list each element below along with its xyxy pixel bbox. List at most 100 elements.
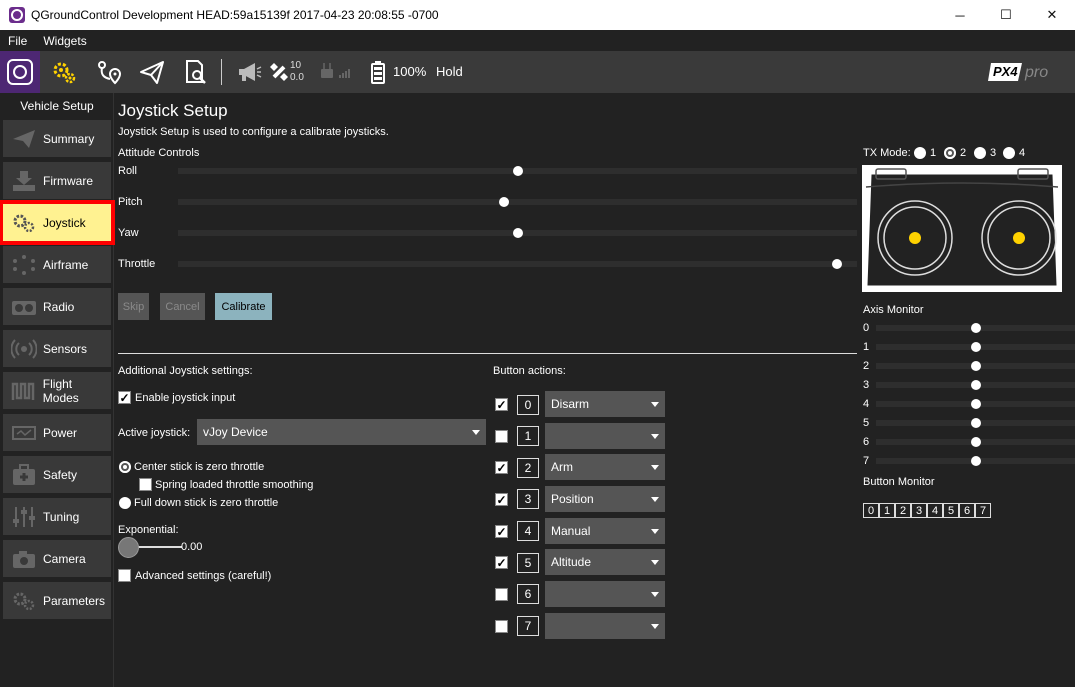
plan-view-button[interactable] [88, 51, 130, 93]
button-1-action-select[interactable] [545, 423, 665, 449]
plane-icon [9, 127, 39, 151]
menu-file[interactable]: File [0, 34, 35, 48]
attitude-controls-title: Attitude Controls [118, 147, 200, 159]
tx-mode-label: TX Mode: [863, 147, 911, 159]
sidebar-item-power[interactable]: Power [3, 414, 111, 451]
button-2-enabled-checkbox[interactable]: ✓ [495, 461, 508, 474]
button-2-action-select[interactable]: Arm [545, 454, 665, 480]
button-4-enabled-checkbox[interactable]: ✓ [495, 525, 508, 538]
button-7-enabled-checkbox[interactable] [495, 620, 508, 633]
full-down-radio[interactable] [119, 497, 131, 509]
pitch-label: Pitch [118, 196, 143, 208]
additional-settings-title: Additional Joystick settings: [118, 365, 253, 377]
button-6-enabled-checkbox[interactable] [495, 588, 508, 601]
axis-4-indicator [970, 399, 981, 409]
sidebar-item-flight-modes[interactable]: Flight Modes [3, 372, 111, 409]
camera-icon [9, 547, 39, 571]
button-0-action: Disarm [551, 397, 589, 411]
enable-joystick-label: Enable joystick input [135, 392, 236, 404]
exponential-value: 0.00 [181, 541, 203, 553]
sidebar-item-label: Parameters [43, 593, 106, 608]
button-monitor: 0 1 2 3 4 5 6 7 [863, 503, 991, 518]
close-button[interactable]: ✕ [1029, 0, 1075, 30]
vehicle-setup-button[interactable] [43, 51, 85, 93]
button-0-enabled-checkbox[interactable]: ✓ [495, 398, 508, 411]
spring-throttle-checkbox[interactable] [139, 478, 152, 491]
axis-7-label: 7 [863, 455, 870, 467]
active-joystick-select[interactable]: vJoy Device [197, 419, 486, 445]
button-6-action-select[interactable] [545, 581, 665, 607]
axis-0-label: 0 [863, 322, 870, 334]
button-4-number: 4 [517, 521, 539, 541]
qgc-logo-button[interactable] [0, 51, 40, 93]
sidebar-item-airframe[interactable]: Airframe [3, 246, 111, 283]
minimize-button[interactable]: ─ [937, 0, 983, 30]
chevron-down-icon [472, 430, 480, 435]
sidebar-item-parameters[interactable]: Parameters [3, 582, 111, 619]
axis-6-indicator [970, 437, 981, 447]
maximize-button[interactable]: ☐ [983, 0, 1029, 30]
advanced-settings-checkbox[interactable] [118, 569, 131, 582]
sidebar-item-label: Safety [43, 467, 78, 482]
menu-widgets[interactable]: Widgets [35, 34, 94, 48]
button-0-action-select[interactable]: Disarm [545, 391, 665, 417]
tx-mode-4-radio[interactable] [1003, 147, 1015, 159]
axis-0-indicator [970, 323, 981, 333]
skip-button[interactable]: Skip [118, 293, 149, 320]
sidebar-item-safety[interactable]: Safety [3, 456, 111, 493]
tx-mode-1-radio[interactable] [914, 147, 926, 159]
calibrate-button[interactable]: Calibrate [215, 293, 272, 320]
chevron-down-icon [651, 624, 659, 629]
px4-pro-logo: PX4 pro [988, 61, 1068, 83]
center-stick-radio[interactable] [119, 461, 131, 473]
button-monitor-cell: 1 [879, 503, 895, 518]
tx-mode-3-radio[interactable] [974, 147, 986, 159]
button-monitor-cell: 4 [927, 503, 943, 518]
sidebar-item-label: Power [43, 425, 78, 440]
flight-mode-selector[interactable]: Hold [436, 64, 463, 79]
sidebar-item-camera[interactable]: Camera [3, 540, 111, 577]
cancel-button[interactable]: Cancel [160, 293, 205, 320]
fly-view-button[interactable] [131, 51, 173, 93]
sidebar-item-label: Radio [43, 299, 75, 314]
tx-mode-4-label: 4 [1019, 147, 1026, 159]
advanced-settings-label: Advanced settings (careful!) [135, 570, 272, 582]
sidebar-item-joystick[interactable]: Joystick [0, 200, 115, 245]
button-5-action: Altitude [551, 555, 592, 569]
exponential-slider-handle[interactable] [118, 537, 139, 558]
sidebar-item-tuning[interactable]: Tuning [3, 498, 111, 535]
sidebar-item-sensors[interactable]: Sensors [3, 330, 111, 367]
rc-rssi-button[interactable] [314, 51, 356, 93]
axis-5-label: 5 [863, 417, 870, 429]
button-5-number: 5 [517, 553, 539, 573]
sidebar-item-radio[interactable]: Radio [3, 288, 111, 325]
battery-button[interactable] [368, 51, 388, 93]
button-2-action: Arm [551, 460, 573, 474]
button-3-action-select[interactable]: Position [545, 486, 665, 512]
sidebar-item-label: Firmware [43, 173, 93, 188]
first-aid-icon [9, 463, 39, 487]
button-1-enabled-checkbox[interactable] [495, 430, 508, 443]
tx-mode-2-radio[interactable] [944, 147, 956, 159]
waypoint-route-icon [98, 61, 122, 85]
sidebar-item-label: Summary [43, 131, 95, 146]
button-1-number: 1 [517, 426, 539, 446]
button-3-action: Position [551, 492, 594, 506]
sensors-icon [9, 337, 39, 361]
exponential-label: Exponential: [118, 524, 179, 536]
enable-joystick-checkbox[interactable]: ✓ [118, 391, 131, 404]
gears-icon [9, 589, 39, 613]
button-5-action-select[interactable]: Altitude [545, 549, 665, 575]
button-2-number: 2 [517, 458, 539, 478]
sidebar-item-firmware[interactable]: Firmware [3, 162, 111, 199]
button-monitor-cell: 5 [943, 503, 959, 518]
analyze-view-button[interactable] [174, 51, 216, 93]
button-7-action-select[interactable] [545, 613, 665, 639]
button-7-number: 7 [517, 616, 539, 636]
sidebar-item-summary[interactable]: Summary [3, 120, 111, 157]
button-0-number: 0 [517, 395, 539, 415]
button-3-enabled-checkbox[interactable]: ✓ [495, 493, 508, 506]
button-4-action-select[interactable]: Manual [545, 518, 665, 544]
rc-signal-icon [321, 63, 350, 78]
button-5-enabled-checkbox[interactable]: ✓ [495, 556, 508, 569]
